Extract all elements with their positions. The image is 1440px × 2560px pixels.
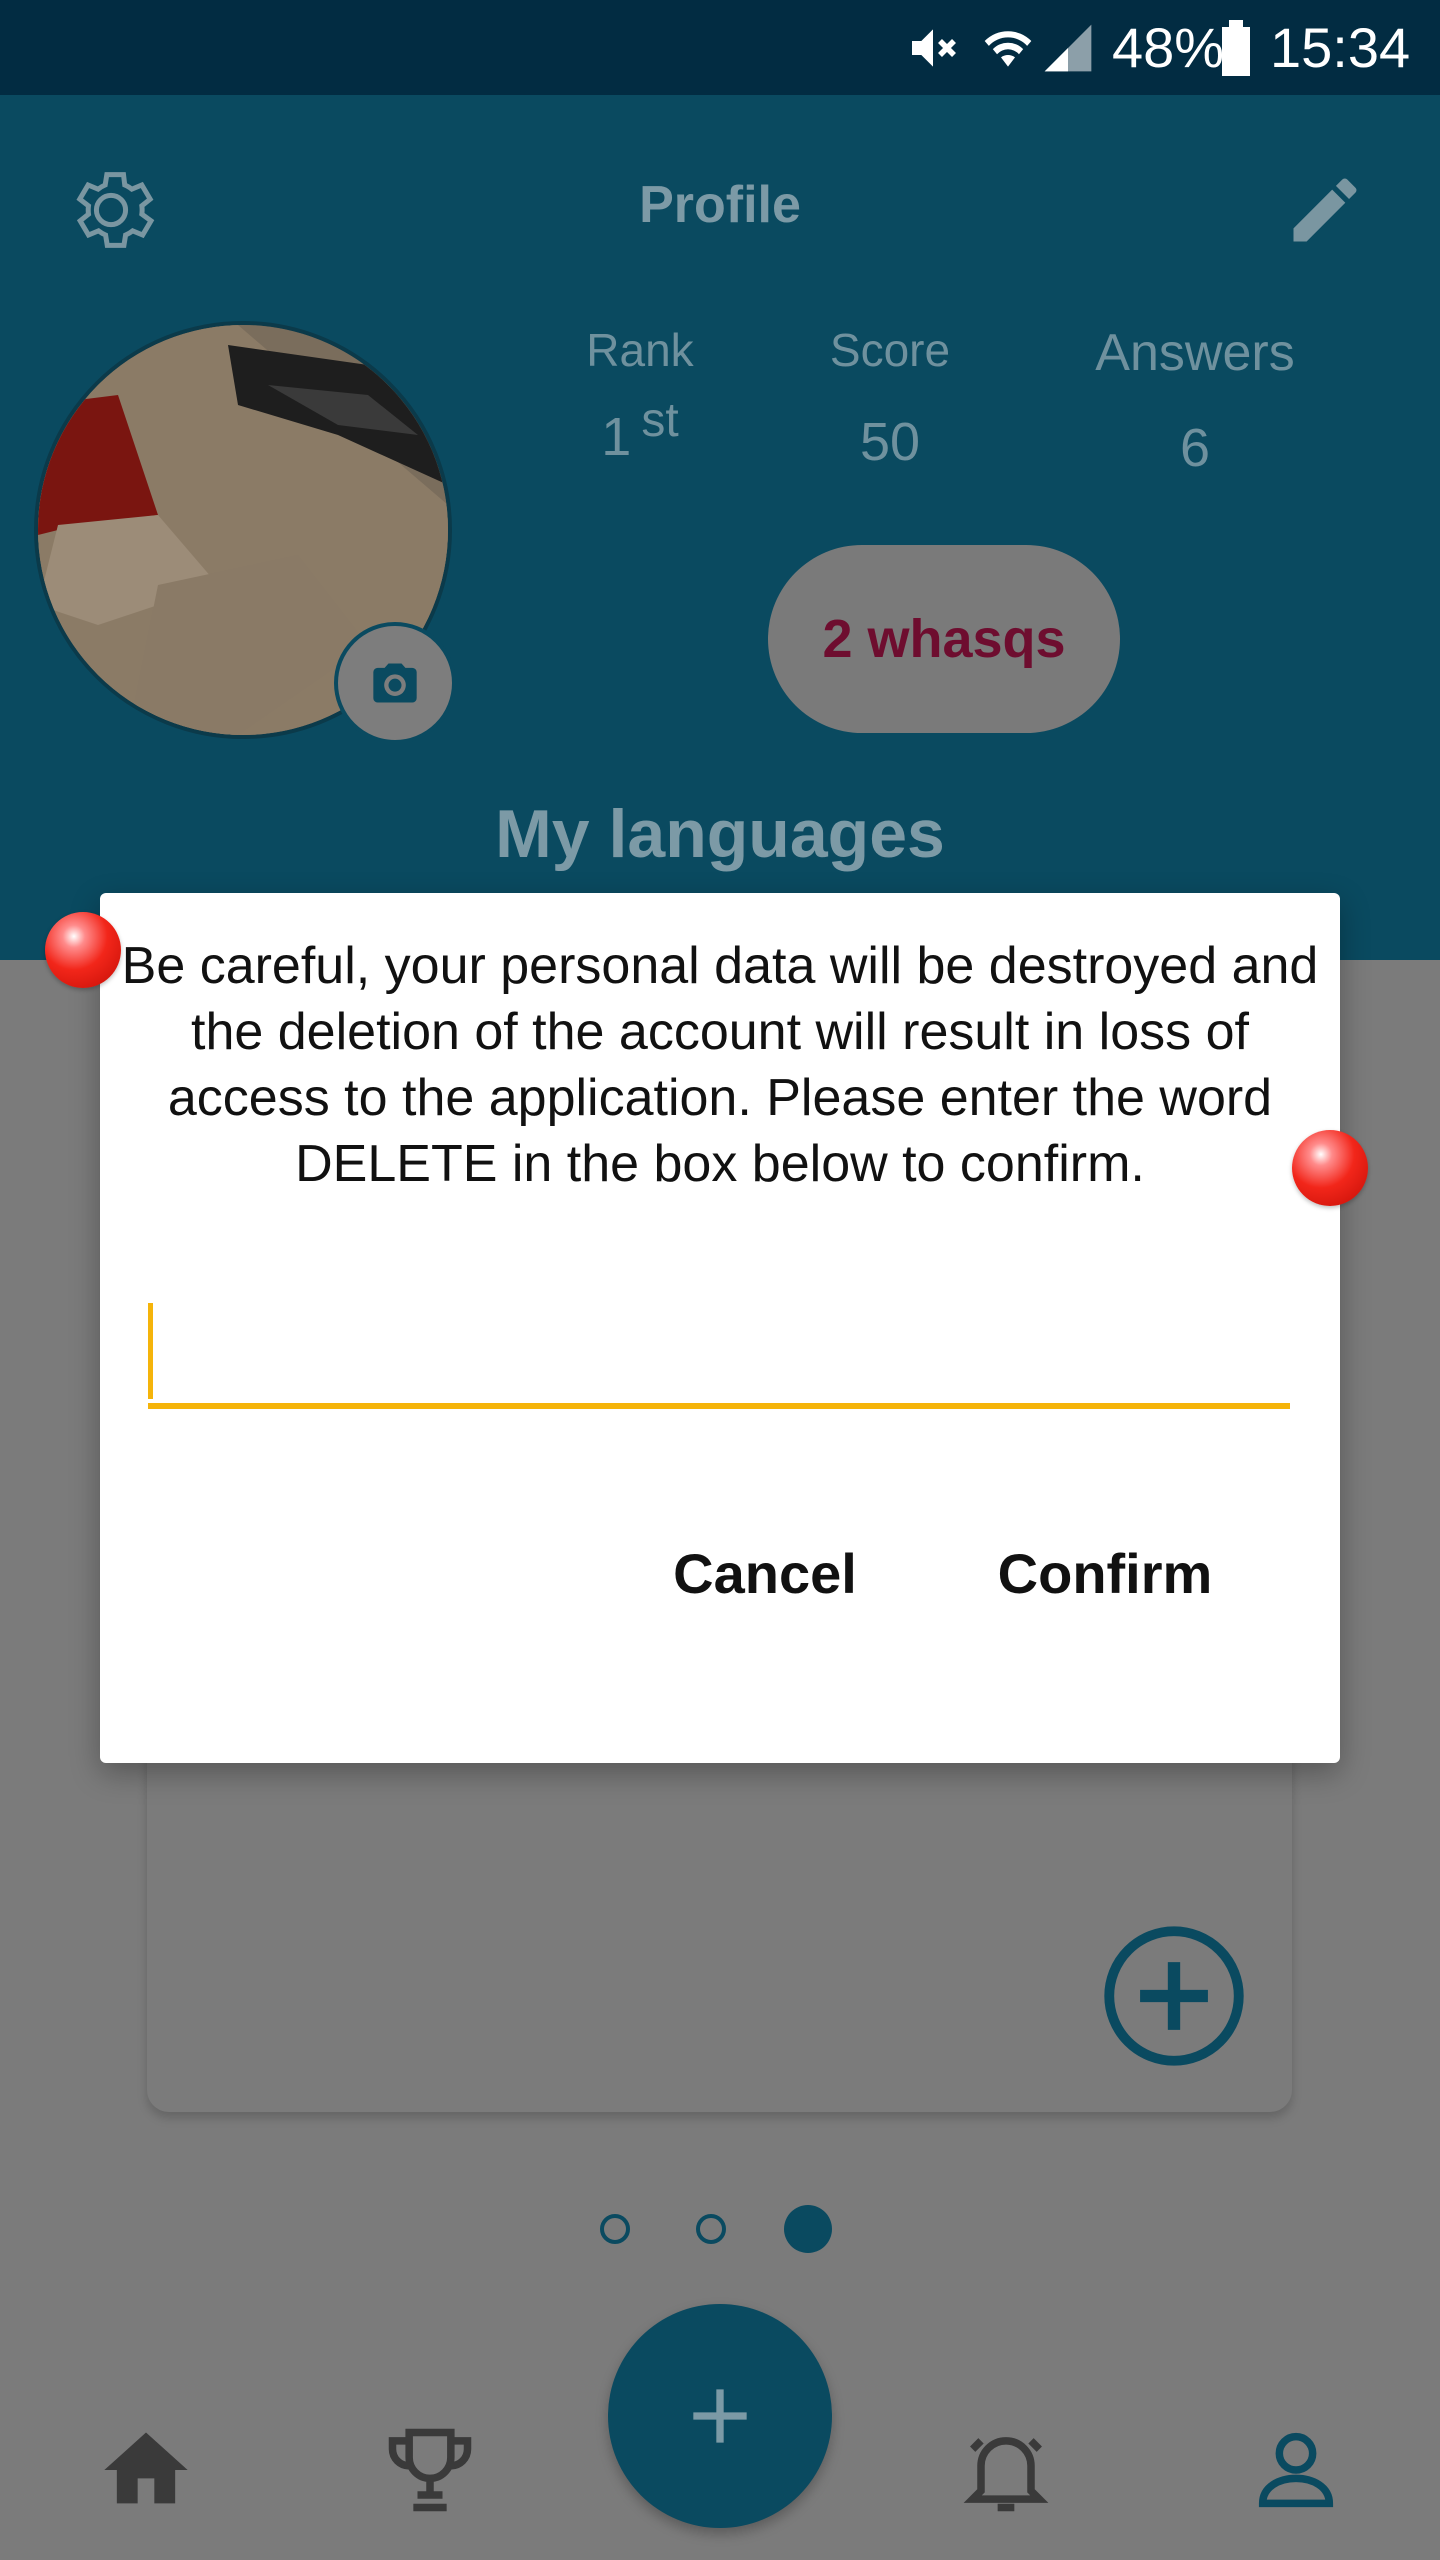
page-dot[interactable]: [696, 2214, 726, 2244]
mute-icon: [905, 0, 961, 95]
rank-value: 1st: [560, 393, 720, 468]
answers-value: 6: [1179, 418, 1211, 478]
delete-account-dialog: Be careful, your personal data will be d…: [100, 893, 1340, 1763]
page-indicator: [600, 2205, 840, 2256]
marker-dot: [45, 912, 121, 988]
trophy-icon[interactable]: [370, 2410, 490, 2530]
add-icon: [693, 2389, 747, 2443]
edit-pencil-icon[interactable]: [1270, 155, 1380, 265]
wifi-icon: [980, 0, 1036, 95]
rank-stat: Rank 1st: [560, 323, 720, 468]
battery-icon: [1218, 0, 1254, 95]
page-title: Profile: [639, 176, 801, 234]
confirm-button[interactable]: Confirm: [960, 1513, 1250, 1633]
clock-time: 15:34: [1270, 16, 1411, 79]
answers-label: Answers: [1095, 324, 1295, 382]
rank-number: 1: [601, 407, 632, 467]
marker-dot: [1292, 1130, 1368, 1206]
profile-header: Profile Rank 1st Score 50 Answers 6 2 wh…: [0, 95, 1440, 960]
add-fab-button[interactable]: [608, 2304, 832, 2528]
cancel-button[interactable]: Cancel: [640, 1513, 890, 1633]
answers-stat: Answers 6: [1060, 323, 1330, 479]
person-icon[interactable]: [1236, 2410, 1356, 2530]
status-bar: 48% 15:34: [0, 0, 1440, 95]
dialog-message: Be careful, your personal data will be d…: [121, 937, 1319, 1193]
score-stat: Score 50: [800, 323, 980, 473]
bell-icon[interactable]: [946, 2410, 1066, 2530]
page-dot-active[interactable]: [784, 2205, 832, 2253]
rank-label: Rank: [586, 324, 694, 376]
signal-icon: [1040, 0, 1096, 95]
text-caret: [148, 1303, 153, 1399]
score-value: 50: [859, 412, 921, 472]
add-language-button[interactable]: [1100, 1922, 1248, 2070]
camera-icon: [373, 663, 417, 703]
rank-suffix: st: [641, 394, 679, 447]
add-circle-icon: [1104, 1926, 1244, 2066]
whasqs-button[interactable]: 2 whasqs: [768, 545, 1120, 733]
languages-title: My languages: [495, 796, 945, 872]
change-photo-button[interactable]: [334, 622, 456, 744]
page-dot[interactable]: [600, 2214, 630, 2244]
score-label: Score: [829, 324, 951, 376]
battery-percent: 48%: [1112, 16, 1225, 79]
delete-confirm-input[interactable]: [148, 1293, 1290, 1409]
home-icon[interactable]: [86, 2410, 206, 2530]
